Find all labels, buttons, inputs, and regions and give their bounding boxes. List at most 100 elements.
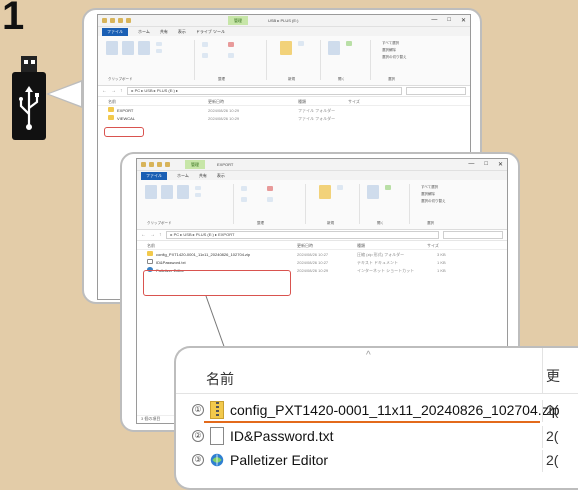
column-date[interactable]: 更新日時 <box>208 99 224 105</box>
up-icon[interactable]: ↑ <box>159 232 162 238</box>
rename-icon[interactable] <box>267 197 273 202</box>
file-date: 2024/08/26 10:27 <box>297 260 329 265</box>
minimize-icon[interactable]: — <box>431 17 437 24</box>
forward-icon[interactable]: → <box>111 88 116 94</box>
sort-caret-icon[interactable]: ^ <box>366 350 371 361</box>
file-date: 2024/08/26 10:29 <box>208 116 240 121</box>
palletizer-editor-icon <box>210 453 224 467</box>
search-input[interactable] <box>406 87 466 95</box>
cut-icon[interactable] <box>156 42 162 46</box>
group-label: 開く <box>377 221 384 225</box>
move-to-icon[interactable] <box>202 42 208 47</box>
column-name[interactable]: 名前 <box>147 243 155 249</box>
tab-share[interactable]: 共有 <box>199 173 207 179</box>
new-folder-icon[interactable] <box>319 185 331 199</box>
close-icon[interactable]: ✕ <box>498 161 503 168</box>
invert-selection-button[interactable]: 選択の切り替え <box>421 199 446 204</box>
list-item[interactable]: EXPORT 2024/08/26 10:29 ファイル フォルダー <box>98 106 470 114</box>
group-label: 整理 <box>257 221 264 225</box>
file-name: EXPORT <box>117 108 134 113</box>
list-item[interactable]: ② ID&Password.txt 2( <box>176 426 578 448</box>
file-name: config_PXT1420-0001_11x11_20240826_10270… <box>230 402 560 418</box>
quick-access-toolbar[interactable] <box>141 162 170 167</box>
move-to-icon[interactable] <box>241 186 247 191</box>
properties-icon[interactable] <box>328 41 340 55</box>
folder-icon <box>108 115 114 120</box>
rename-icon[interactable] <box>228 53 234 58</box>
tab-home[interactable]: ホーム <box>138 29 150 35</box>
new-item-icon[interactable] <box>337 185 343 190</box>
list-item[interactable]: ID&Password.txt 2024/08/26 10:27 テキスト ドキ… <box>137 258 507 266</box>
close-icon[interactable]: ✕ <box>461 17 466 24</box>
list-item[interactable]: ③ Palletizer Editor 2( <box>176 450 578 472</box>
tab-share[interactable]: 共有 <box>160 29 168 35</box>
select-none-button[interactable]: 選択解除 <box>421 192 435 197</box>
tab-view[interactable]: 表示 <box>178 29 186 35</box>
copy-to-icon[interactable] <box>202 53 208 58</box>
title-bar: 管理 EXPORT — □ ✕ <box>137 159 507 171</box>
tab-file[interactable]: ファイル <box>102 27 128 36</box>
open-icon[interactable] <box>385 185 391 190</box>
text-file-icon <box>210 427 224 445</box>
list-item[interactable]: VIEWCAL 2024/08/26 10:29 ファイル フォルダー <box>98 114 470 122</box>
paste-icon[interactable] <box>177 185 189 199</box>
manage-tab[interactable]: 管理 <box>228 16 248 25</box>
open-icon[interactable] <box>346 41 352 46</box>
tab-home[interactable]: ホーム <box>177 173 189 179</box>
list-item[interactable]: ① config_PXT1420-0001_11x11_20240826_102… <box>176 400 578 422</box>
column-type[interactable]: 種類 <box>357 243 365 249</box>
copy-icon[interactable] <box>161 185 173 199</box>
back-icon[interactable]: ← <box>141 232 146 238</box>
select-all-button[interactable]: すべて選択 <box>421 185 438 190</box>
tab-view[interactable]: 表示 <box>217 173 225 179</box>
column-name[interactable]: 名前 <box>108 99 116 105</box>
copy-to-icon[interactable] <box>241 197 247 202</box>
new-item-icon[interactable] <box>298 41 304 46</box>
file-type: ファイル フォルダー <box>298 116 336 121</box>
quick-access-toolbar[interactable] <box>102 18 131 23</box>
column-size[interactable]: サイズ <box>427 243 439 249</box>
pin-icon[interactable] <box>145 185 157 199</box>
address-path[interactable]: ▸ PC ▸ USB ▸ PLUS (E:) ▸ EXPORT <box>165 231 439 239</box>
file-date: 2024/08/26 10:29 <box>297 268 329 273</box>
cut-icon[interactable] <box>195 186 201 190</box>
pin-icon[interactable] <box>106 41 118 55</box>
new-folder-icon[interactable] <box>280 41 292 55</box>
search-input[interactable] <box>443 231 503 239</box>
ribbon-tabs: ファイル ホーム 共有 表示 <box>137 171 507 180</box>
column-date[interactable]: 更新日時 <box>297 243 313 249</box>
tab-file[interactable]: ファイル <box>141 171 167 180</box>
copy-path-icon[interactable] <box>195 193 201 197</box>
invert-selection-button[interactable]: 選択の切り替え <box>382 55 407 60</box>
column-name[interactable]: 名前 <box>206 369 234 389</box>
window-controls[interactable]: — □ ✕ <box>468 161 503 168</box>
delete-icon[interactable] <box>228 42 234 47</box>
item-number: ① <box>192 404 204 416</box>
paste-icon[interactable] <box>138 41 150 55</box>
list-item[interactable]: config_PXT1420-0001_11x11_20240826_10270… <box>137 250 507 258</box>
ribbon-tabs: ファイル ホーム 共有 表示 ドライブ ツール <box>98 27 470 36</box>
back-icon[interactable]: ← <box>102 88 107 94</box>
window-controls[interactable]: — □ ✕ <box>431 17 466 24</box>
minimize-icon[interactable]: — <box>468 161 474 168</box>
address-bar: ← → ↑ ▸ PC ▸ USB ▸ PLUS (E:) ▸ EXPORT <box>137 230 507 241</box>
folder-icon <box>108 107 114 112</box>
column-header: 名前 更新日時 種類 サイズ <box>137 241 507 250</box>
copy-icon[interactable] <box>122 41 134 55</box>
manage-tab[interactable]: 管理 <box>185 160 205 169</box>
select-all-button[interactable]: すべて選択 <box>382 41 399 46</box>
address-path[interactable]: ▸ PC ▸ USB ▸ PLUS (E:) ▸ <box>126 87 402 95</box>
maximize-icon[interactable]: □ <box>447 17 451 24</box>
select-none-button[interactable]: 選択解除 <box>382 48 396 53</box>
forward-icon[interactable]: → <box>150 232 155 238</box>
properties-icon[interactable] <box>367 185 379 199</box>
address-bar: ← → ↑ ▸ PC ▸ USB ▸ PLUS (E:) ▸ <box>98 86 470 97</box>
tab-drive-tools[interactable]: ドライブ ツール <box>196 29 225 35</box>
copy-path-icon[interactable] <box>156 49 162 53</box>
column-size[interactable]: サイズ <box>348 99 360 105</box>
column-date-partial[interactable]: 更 <box>546 366 560 386</box>
up-icon[interactable]: ↑ <box>120 88 123 94</box>
maximize-icon[interactable]: □ <box>484 161 488 168</box>
delete-icon[interactable] <box>267 186 273 191</box>
column-type[interactable]: 種類 <box>298 99 306 105</box>
